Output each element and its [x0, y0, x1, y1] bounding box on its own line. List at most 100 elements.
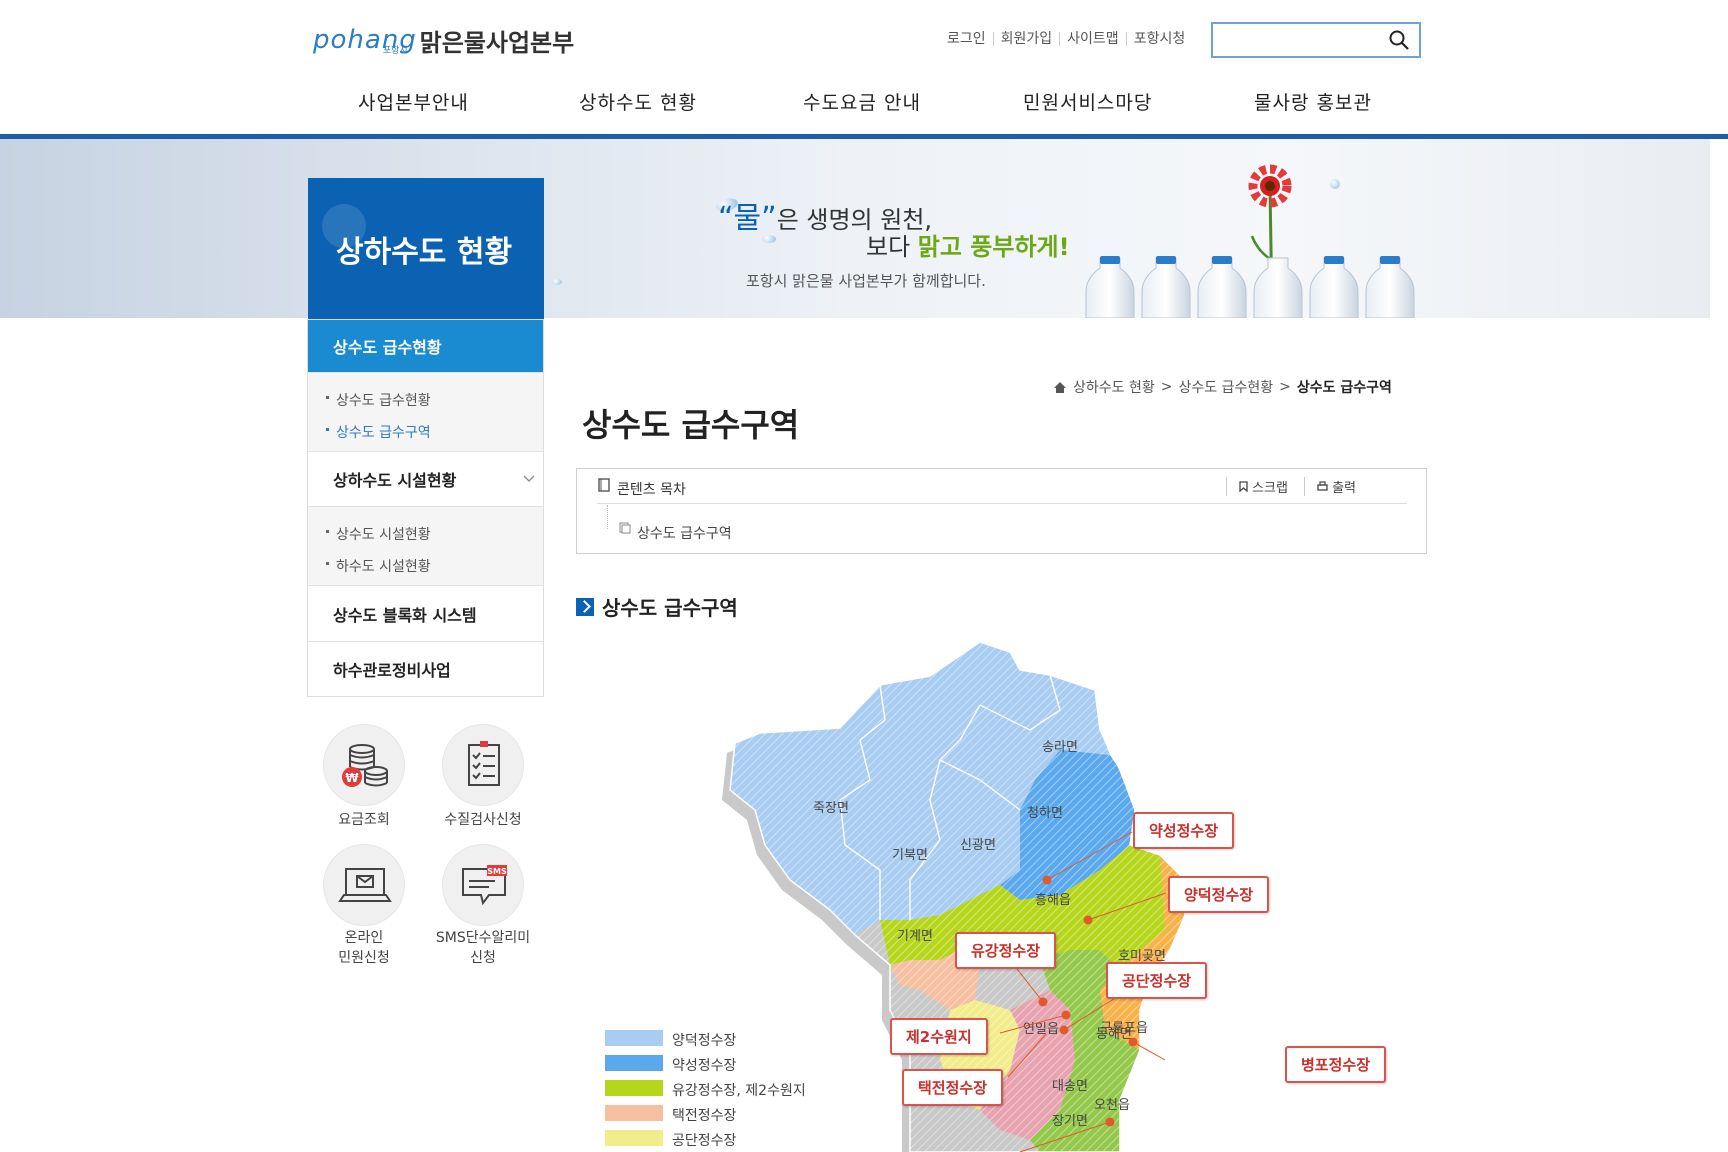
sms-alert-label: SMS단수알리미 신청 — [423, 928, 543, 968]
page-title: 상수도 급수구역 — [582, 406, 800, 444]
slogan2-highlight: 맑고 풍부하게! — [917, 233, 1070, 261]
logo-korean: 맑은물사업본부 — [419, 28, 575, 57]
area-label: 죽장면 — [813, 801, 849, 816]
nav-fees[interactable]: 수도요금 안내 — [803, 88, 921, 115]
fee-inquiry-button[interactable]: ₩ — [323, 724, 405, 806]
search-icon[interactable] — [1389, 30, 1409, 50]
area-label: 청하면 — [1027, 806, 1063, 821]
side-menu-facilities[interactable]: 상하수도 시설현황 — [308, 452, 543, 506]
legend-swatch-taekjeon — [605, 1105, 663, 1121]
sms-alert-button[interactable]: SMS — [442, 844, 524, 926]
breadcrumb: 상하수도 현황 > 상수도 급수현황 > 상수도 급수구역 — [1053, 377, 1392, 397]
arrow-right-icon — [576, 597, 594, 616]
plant-yakseong: 약성정수장 — [1133, 812, 1235, 849]
toc-tools: 스크랩 출력 — [1225, 477, 1356, 496]
print-icon — [1317, 481, 1328, 491]
scrap-button[interactable]: 스크랩 — [1225, 477, 1288, 496]
water-test-request-button[interactable] — [442, 724, 524, 806]
side-menu: 상수도 급수현황 상수도 급수현황 상수도 급수구역 상하수도 시설현황 상수도… — [307, 319, 544, 697]
nav-about[interactable]: 사업본부안내 — [358, 88, 469, 115]
legend-label: 유강정수장, 제2수원지 — [672, 1083, 806, 1099]
sms-alert-label-1: SMS단수알리미 — [435, 930, 531, 946]
area-label: 연일읍 — [1023, 1022, 1059, 1037]
water-test-request-label: 수질검사신청 — [444, 812, 522, 828]
submenu-supply-status[interactable]: 상수도 급수현황 — [326, 390, 431, 410]
area-label: 기북면 — [892, 848, 928, 863]
breadcrumb-item-1[interactable]: 상하수도 현황 — [1073, 377, 1155, 397]
side-submenu-1: 상수도 급수현황 상수도 급수구역 — [308, 372, 543, 452]
plant-gongdan: 공단정수장 — [1106, 962, 1208, 999]
sitemap-link[interactable]: 사이트맵 — [1059, 32, 1126, 46]
legend-swatch-yugang — [605, 1080, 663, 1096]
logo-city: 포항시 — [382, 45, 408, 56]
legend-label: 택전정수장 — [672, 1108, 737, 1124]
plant-taekjeon: 택전정수장 — [902, 1069, 1004, 1106]
online-complaint-label: 온라인 민원신청 — [304, 928, 424, 968]
submenu-sewer-facilities[interactable]: 하수도 시설현황 — [326, 556, 431, 576]
section-title: 상수도 급수구역 — [576, 592, 738, 621]
content-toc: 콘텐츠 목차 스크랩 출력 상수도 급수구역 — [576, 468, 1427, 554]
laptop-mail-icon — [338, 868, 392, 902]
toc-tree-line — [607, 505, 608, 529]
nav-promotion[interactable]: 물사랑 홍보관 — [1254, 88, 1372, 115]
nav-water-status[interactable]: 상하수도 현황 — [579, 88, 697, 115]
area-label: 오천읍 — [1094, 1098, 1130, 1113]
slogan-line-2: 보다 맑고 풍부하게! — [866, 227, 1070, 262]
submenu-supply-zone[interactable]: 상수도 급수구역 — [326, 422, 431, 442]
section-title-text: 상수도 급수구역 — [602, 596, 738, 620]
print-button[interactable]: 출력 — [1303, 477, 1356, 496]
plant-yangdeok: 양덕정수장 — [1168, 876, 1270, 913]
chevron-down-icon — [523, 475, 535, 482]
utility-links: 로그인 회원가입 사이트맵 포항시청 — [940, 32, 1192, 46]
book-icon — [598, 478, 610, 492]
sms-message-icon: SMS — [462, 865, 507, 906]
area-label: 장기면 — [1052, 1114, 1088, 1129]
slogan-word: “물” — [718, 201, 777, 236]
online-complaint-button[interactable] — [323, 844, 405, 926]
area-label: 흥해읍 — [1035, 893, 1071, 908]
signup-link[interactable]: 회원가입 — [992, 32, 1060, 46]
section-heading-box: 상하수도 현황 — [308, 178, 544, 319]
main-nav: 사업본부안내 상하수도 현황 수도요금 안내 민원서비스마당 물사랑 홍보관 — [320, 88, 1420, 120]
side-menu-sewer-project[interactable]: 하수관로정비사업 — [308, 642, 543, 696]
clipboard-checklist-icon — [468, 741, 500, 786]
toc-title: 콘텐츠 목차 — [617, 482, 686, 498]
svg-text:₩: ₩ — [345, 771, 359, 785]
login-link[interactable]: 로그인 — [940, 32, 993, 46]
toc-item[interactable]: 상수도 급수구역 — [637, 523, 732, 543]
nav-civil-service[interactable]: 민원서비스마당 — [1023, 88, 1152, 115]
breadcrumb-current: 상수도 급수구역 — [1296, 380, 1392, 396]
site-logo[interactable]: pohang 포항시 맑은물사업본부 — [313, 20, 574, 60]
coin-stack-icon: ₩ — [342, 744, 388, 787]
online-complaint-label-2: 민원신청 — [338, 950, 390, 966]
page-icon — [619, 522, 631, 534]
area-label: 송라면 — [1042, 740, 1078, 755]
fee-inquiry-label: 요금조회 — [338, 812, 390, 828]
side-menu-active-head[interactable]: 상수도 급수현황 — [308, 320, 543, 372]
home-icon[interactable] — [1053, 381, 1067, 394]
online-complaint-label-1: 온라인 — [344, 930, 384, 946]
slogan-line-3: 포항시 맑은물 사업본부가 함께합니다. — [746, 272, 986, 290]
area-label: 대송면 — [1052, 1079, 1088, 1094]
sms-alert-label-2: 신청 — [470, 950, 496, 966]
side-menu-block-system[interactable]: 상수도 블록화 시스템 — [308, 586, 543, 642]
legend-swatch-yangdeok — [605, 1030, 663, 1046]
legend-label: 공단정수장 — [672, 1133, 737, 1149]
water-bottles-flower-image — [1085, 164, 1415, 318]
area-label: 기계면 — [897, 929, 933, 944]
area-label: 구룡포읍 — [1100, 1021, 1148, 1036]
plant-yugang: 유강정수장 — [955, 932, 1057, 969]
legend-swatch-gongdan — [605, 1130, 663, 1146]
legend-label: 약성정수장 — [672, 1058, 737, 1074]
bookmark-icon — [1239, 481, 1248, 493]
section-heading: 상하수도 현황 — [336, 234, 513, 270]
breadcrumb-separator: > — [1160, 379, 1173, 395]
print-label: 출력 — [1332, 481, 1356, 496]
search-input[interactable] — [1211, 22, 1421, 58]
legend-swatch-yakseong — [605, 1055, 663, 1071]
toc-divider — [597, 503, 1407, 504]
submenu-water-facilities[interactable]: 상수도 시설현황 — [326, 524, 431, 544]
breadcrumb-item-2[interactable]: 상수도 급수현황 — [1178, 377, 1273, 397]
legend-label: 양덕정수장 — [672, 1033, 737, 1049]
city-hall-link[interactable]: 포항시청 — [1125, 32, 1193, 46]
